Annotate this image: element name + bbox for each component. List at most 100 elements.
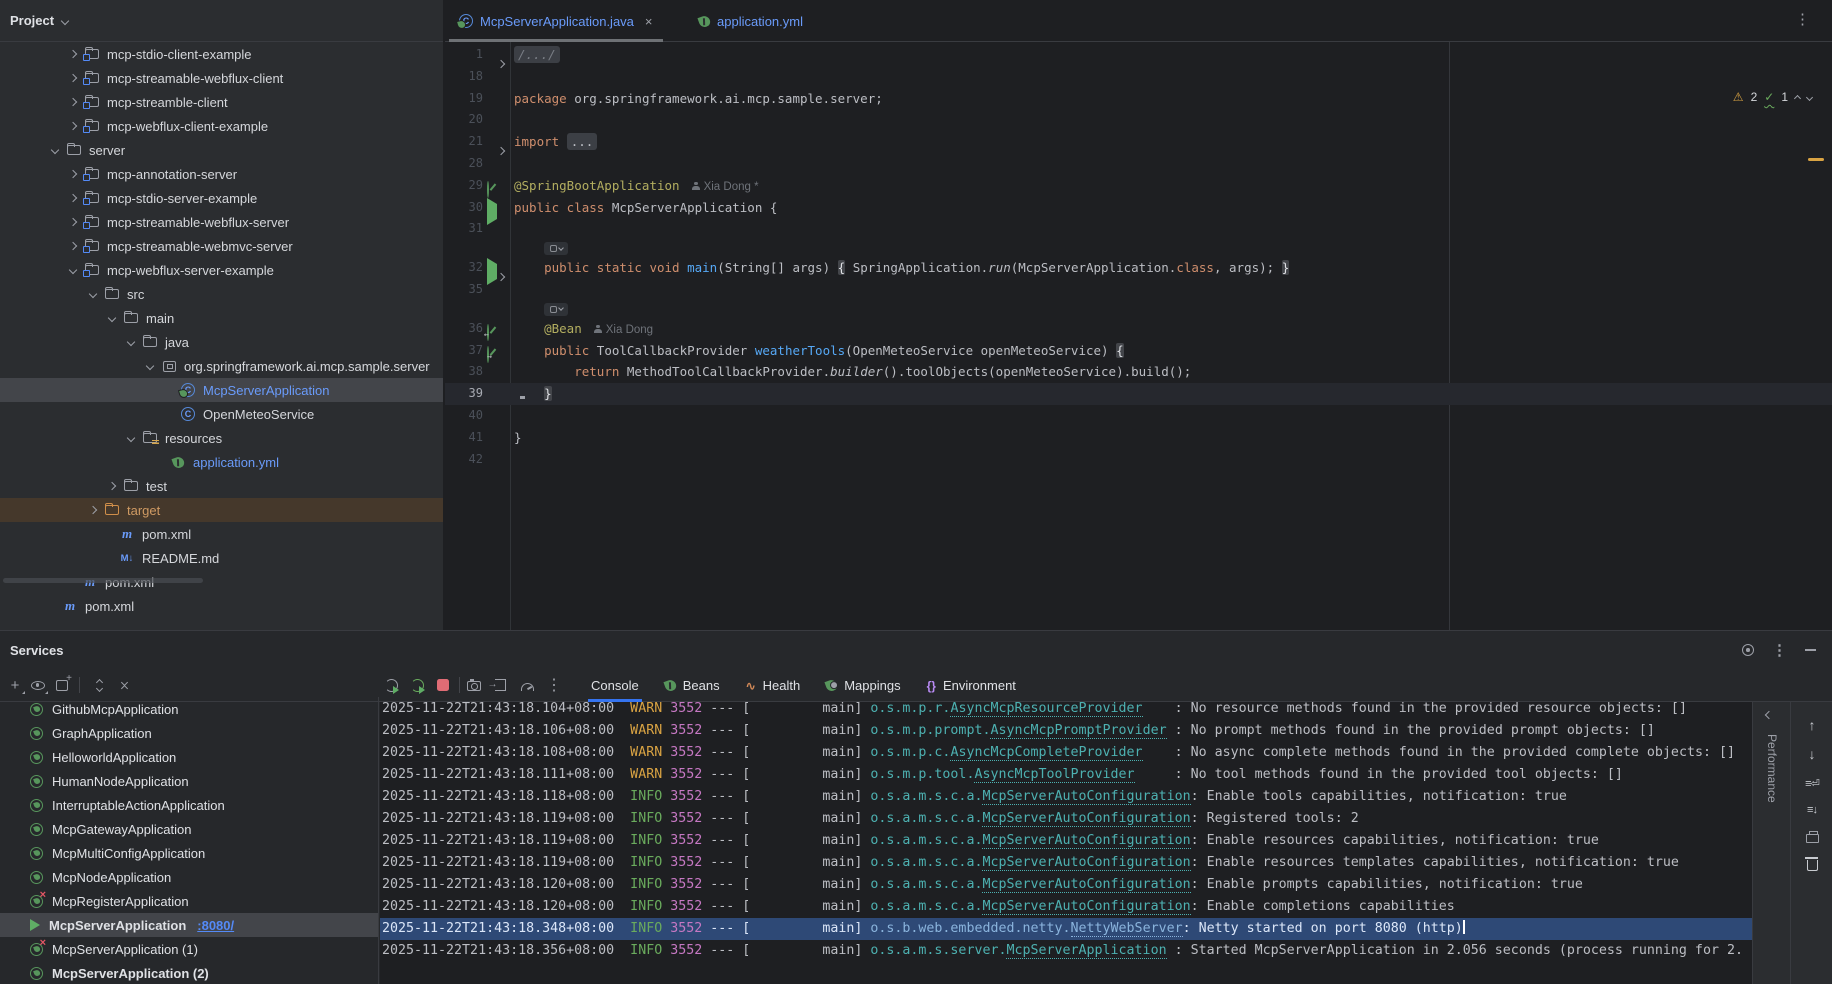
tree-item-mcp-streamable-webflux-server[interactable]: mcp-streamable-webflux-server bbox=[0, 210, 443, 234]
log-row[interactable]: 2025-11-22T21:43:18.120+08:00 INFO 3552 … bbox=[380, 896, 1752, 918]
tab-console[interactable]: Console bbox=[578, 669, 652, 702]
collapse-left-icon[interactable] bbox=[1765, 711, 1773, 719]
chevron-down-icon[interactable] bbox=[69, 266, 77, 274]
service-mcpserverapplication[interactable]: McpServerApplication:8080/ bbox=[0, 913, 378, 937]
log-row[interactable]: 2025-11-22T21:43:18.104+08:00 WARN 3552 … bbox=[380, 702, 1752, 720]
logger-class[interactable]: AsyncMcpToolProvider bbox=[974, 767, 1134, 783]
tree-item-src[interactable]: src bbox=[0, 282, 443, 306]
tree-item-target[interactable]: target bbox=[0, 498, 443, 522]
gauge-icon[interactable] bbox=[516, 674, 538, 696]
chevron-right-icon[interactable] bbox=[69, 50, 77, 58]
show-services-icon[interactable] bbox=[27, 674, 49, 696]
service-humannodeapplication[interactable]: HumanNodeApplication bbox=[0, 769, 378, 793]
chevron-right-icon[interactable] bbox=[89, 506, 97, 514]
next-problem-icon[interactable] bbox=[1806, 93, 1813, 100]
logger-class[interactable]: McpServerAutoConfiguration bbox=[982, 811, 1190, 827]
tab-health[interactable]: ∿Health bbox=[733, 669, 814, 702]
logger-class[interactable]: AsyncMcpResourceProvider bbox=[950, 702, 1142, 717]
tree-item-pom-xml[interactable]: mpom.xml bbox=[0, 594, 443, 618]
logger-class[interactable]: NettyWebServer bbox=[1071, 921, 1183, 937]
code-line-35[interactable]: 35 bbox=[445, 279, 1832, 301]
code-line-21[interactable]: 21import ... bbox=[445, 131, 1832, 153]
tab-application-yml[interactable]: application.yml bbox=[687, 0, 815, 42]
log-logger[interactable]: o.s.a.m.s.c.a.McpServerAutoConfiguration bbox=[870, 811, 1190, 827]
chevron-down-icon[interactable] bbox=[89, 290, 97, 298]
code-line-37[interactable]: 37 public ToolCallbackProvider weatherTo… bbox=[445, 340, 1832, 362]
performance-tab[interactable]: Performance bbox=[1765, 734, 1779, 803]
tree-item-test[interactable]: test bbox=[0, 474, 443, 498]
code-line-38[interactable]: 38 return MethodToolCallbackProvider.bui… bbox=[445, 361, 1832, 383]
service-mcpnodeapplication[interactable]: McpNodeApplication bbox=[0, 865, 378, 889]
chevron-right-icon[interactable] bbox=[69, 242, 77, 250]
collapse-all-icon[interactable] bbox=[113, 674, 135, 696]
service-mcpserverapplication-1-[interactable]: McpServerApplication (1) bbox=[0, 937, 378, 961]
logger-class[interactable]: AsyncMcpCompleteProvider bbox=[950, 745, 1142, 761]
tree-item-java[interactable]: java bbox=[0, 330, 443, 354]
horizontal-scrollbar[interactable] bbox=[3, 578, 203, 583]
scroll-down-icon[interactable]: ↓ bbox=[1803, 745, 1821, 763]
add-service-icon[interactable]: + bbox=[4, 674, 26, 696]
code-line-19[interactable]: 19package org.springframework.ai.mcp.sam… bbox=[445, 88, 1832, 110]
print-icon[interactable] bbox=[1803, 828, 1821, 846]
log-logger[interactable]: o.s.a.m.s.c.a.McpServerAutoConfiguration bbox=[870, 877, 1190, 893]
editor-body[interactable]: 1/.../1819package org.springframework.ai… bbox=[445, 42, 1832, 630]
scroll-up-icon[interactable]: ↑ bbox=[1803, 716, 1821, 734]
log-logger[interactable]: o.s.m.p.c.AsyncMcpCompleteProvider bbox=[870, 745, 1142, 761]
tree-item-mcp-stdio-server-example[interactable]: mcp-stdio-server-example bbox=[0, 186, 443, 210]
tree-item-resources[interactable]: resources bbox=[0, 426, 443, 450]
service-graphapplication[interactable]: GraphApplication bbox=[0, 721, 378, 745]
log-row[interactable]: 2025-11-22T21:43:18.108+08:00 WARN 3552 … bbox=[380, 742, 1752, 764]
logger-class[interactable]: McpServerAutoConfiguration bbox=[982, 855, 1190, 871]
log-logger[interactable]: o.s.a.m.s.c.a.McpServerAutoConfiguration bbox=[870, 833, 1190, 849]
service-mcpmulticonfigapplication[interactable]: McpMultiConfigApplication bbox=[0, 841, 378, 865]
close-icon[interactable]: × bbox=[645, 14, 653, 29]
tree-item-mcp-webflux-client-example[interactable]: mcp-webflux-client-example bbox=[0, 114, 443, 138]
log-row[interactable]: 2025-11-22T21:43:18.118+08:00 INFO 3552 … bbox=[380, 786, 1752, 808]
logger-class[interactable]: McpServerAutoConfiguration bbox=[982, 877, 1190, 893]
code-line-31[interactable]: 31 bbox=[445, 218, 1832, 240]
service-mcpregisterapplication[interactable]: McpRegisterApplication bbox=[0, 889, 378, 913]
logger-class[interactable]: AsyncMcpPromptProvider bbox=[990, 723, 1166, 739]
scroll-to-end-icon[interactable]: ≡↓ bbox=[1803, 801, 1821, 819]
editor-options-icon[interactable]: ⋮ bbox=[1795, 10, 1810, 28]
code-line-18[interactable]: 18 bbox=[445, 66, 1832, 88]
rerun-icon[interactable] bbox=[380, 674, 402, 696]
code-line-1[interactable]: 1/.../ bbox=[445, 44, 1832, 66]
service-interruptableactionapplication[interactable]: InterruptableActionApplication bbox=[0, 793, 378, 817]
tree-item-openmeteoservice[interactable]: COpenMeteoService bbox=[0, 402, 443, 426]
code-line-39[interactable]: 39 } bbox=[445, 383, 1832, 405]
log-logger[interactable]: o.s.b.web.embedded.netty.NettyWebServer bbox=[870, 921, 1182, 937]
thread-dump-icon[interactable] bbox=[463, 674, 485, 696]
chevron-down-icon[interactable] bbox=[146, 362, 154, 370]
log-row[interactable]: 2025-11-22T21:43:18.119+08:00 INFO 3552 … bbox=[380, 852, 1752, 874]
service-githubmcpapplication[interactable]: GithubMcpApplication bbox=[0, 697, 378, 721]
tree-item-mcp-annotation-server[interactable]: mcp-annotation-server bbox=[0, 162, 443, 186]
code-line-40[interactable]: 40 bbox=[445, 405, 1832, 427]
previous-problem-icon[interactable] bbox=[1794, 95, 1801, 102]
service-helloworldapplication[interactable]: HelloworldApplication bbox=[0, 745, 378, 769]
service-mcpgatewayapplication[interactable]: McpGatewayApplication bbox=[0, 817, 378, 841]
chevron-down-icon[interactable] bbox=[127, 434, 135, 442]
tree-item-org-springframework-ai-mcp-sample-server[interactable]: org.springframework.ai.mcp.sample.server bbox=[0, 354, 443, 378]
code-line-29[interactable]: 29@SpringBootApplicationXia Dong * bbox=[445, 175, 1832, 197]
tree-item-mcp-streamable-webflux-client[interactable]: mcp-streamable-webflux-client bbox=[0, 66, 443, 90]
chevron-right-icon[interactable] bbox=[69, 122, 77, 130]
log-row[interactable]: 2025-11-22T21:43:18.111+08:00 WARN 3552 … bbox=[380, 764, 1752, 786]
soft-wrap-icon[interactable]: ≡⏎ bbox=[1803, 774, 1821, 792]
related-items-inlay-icon[interactable] bbox=[544, 242, 568, 255]
tab-beans[interactable]: Beans bbox=[652, 669, 733, 702]
tab-environment[interactable]: {}Environment bbox=[914, 669, 1029, 702]
spring-bean-gutter-icon[interactable] bbox=[487, 324, 489, 341]
chevron-right-icon[interactable] bbox=[69, 218, 77, 226]
log-logger[interactable]: o.s.a.m.s.c.a.McpServerAutoConfiguration bbox=[870, 789, 1190, 805]
code-line-36[interactable]: 36 @BeanXia Dong bbox=[445, 318, 1832, 340]
chevron-down-icon[interactable] bbox=[127, 338, 135, 346]
code-line-20[interactable]: 20 bbox=[445, 109, 1832, 131]
log-row[interactable]: 2025-11-22T21:43:18.356+08:00 INFO 3552 … bbox=[380, 940, 1752, 962]
chevron-right-icon[interactable] bbox=[69, 74, 77, 82]
code-line-28[interactable]: 28 bbox=[445, 153, 1832, 175]
spring-bean-gutter-icon[interactable] bbox=[487, 346, 489, 363]
target-icon[interactable] bbox=[1742, 644, 1754, 656]
console-log[interactable]: 2025-11-22T21:43:18.104+08:00 WARN 3552 … bbox=[380, 702, 1752, 984]
code-line-32[interactable]: 32 public static void main(String[] args… bbox=[445, 257, 1832, 279]
